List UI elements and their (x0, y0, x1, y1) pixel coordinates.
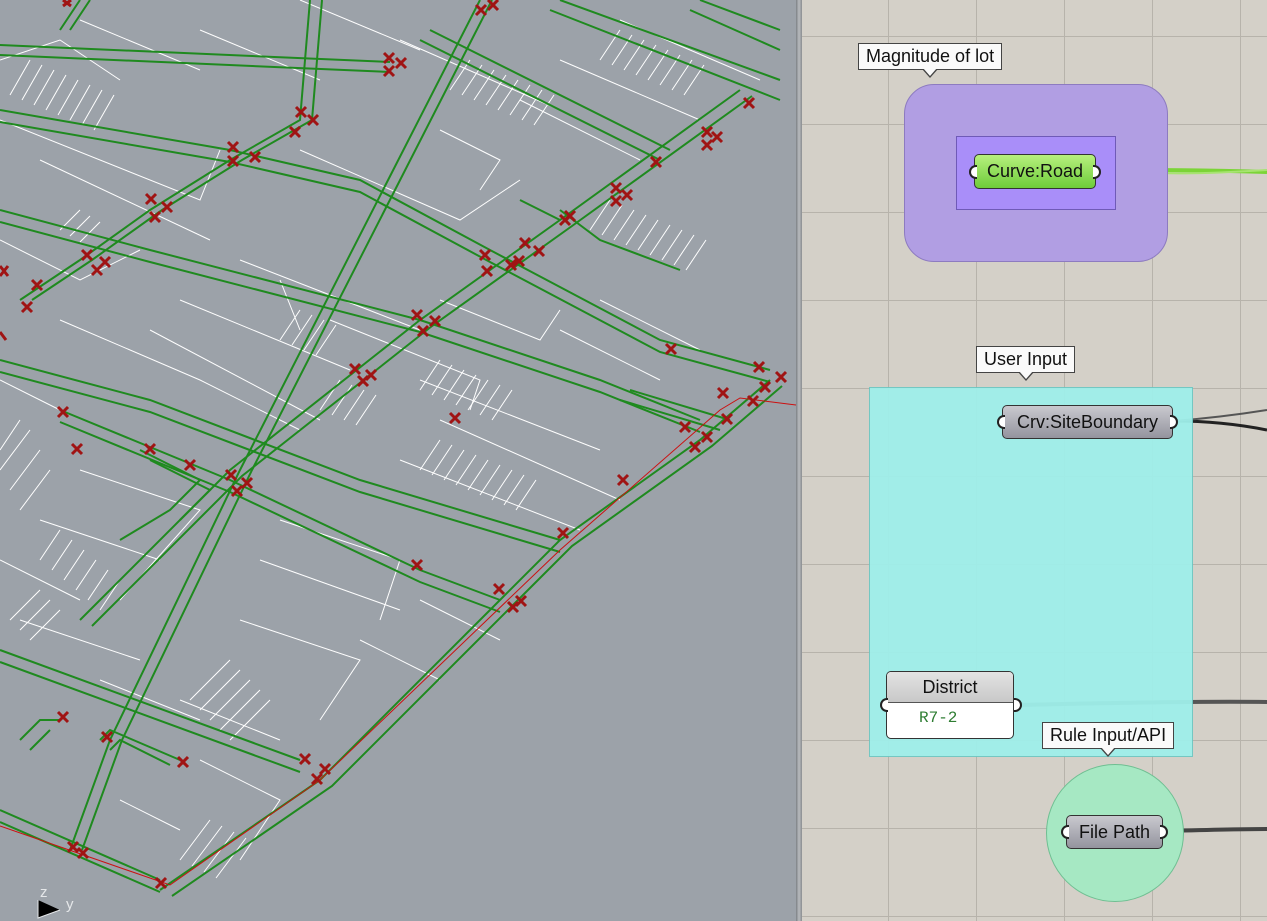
district-panel-title: District (887, 672, 1013, 703)
crv-site-boundary-param[interactable]: Crv:SiteBoundary (997, 405, 1178, 439)
axis-y-label: y (66, 896, 74, 913)
panel-input-grip-icon[interactable] (880, 698, 888, 712)
magnitude-of-lot-label[interactable]: Magnitude of lot (858, 43, 1003, 70)
input-grip-icon[interactable] (1061, 825, 1069, 839)
file-path-param[interactable]: File Path (1061, 815, 1168, 849)
intersection-markers (0, 0, 788, 890)
rule-input-api-label[interactable]: Rule Input/API (1042, 722, 1175, 749)
axis-z-label: z (40, 884, 48, 901)
input-grip-icon[interactable] (969, 164, 977, 179)
axis-indicator (37, 900, 61, 919)
curve-road-label: Curve:Road (986, 161, 1084, 181)
file-path-label: File Path (1078, 821, 1151, 842)
grasshopper-canvas[interactable]: Magnitude of lot Curve:Road User Input C… (802, 0, 1267, 921)
curve-road-param[interactable]: Curve:Road (969, 154, 1101, 189)
viewport-drawing (0, 0, 796, 919)
input-grip-icon[interactable] (997, 415, 1005, 429)
road-lines (0, 0, 783, 897)
rhino-viewport[interactable]: z y (0, 0, 796, 921)
district-panel[interactable]: District R7-2 (886, 671, 1014, 739)
district-panel-value[interactable]: R7-2 (887, 703, 1013, 733)
user-input-label[interactable]: User Input (976, 346, 1076, 373)
crv-site-boundary-label: Crv:SiteBoundary (1016, 411, 1159, 432)
